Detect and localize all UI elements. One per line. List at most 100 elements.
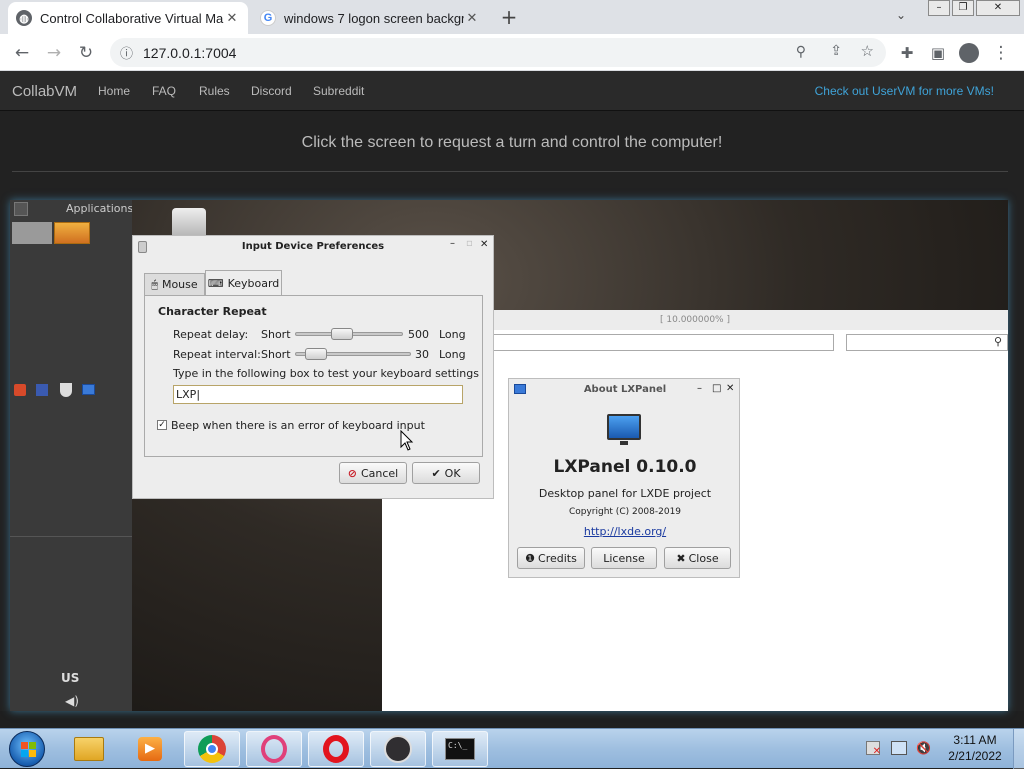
website-link[interactable]: http://lxde.org/ — [509, 525, 741, 538]
site-brand[interactable]: CollabVM — [12, 83, 77, 100]
volume-icon[interactable]: ◀) — [65, 694, 79, 708]
close-tab-icon[interactable]: ✕ — [464, 10, 480, 26]
keyboard-layout-indicator[interactable]: US — [61, 671, 79, 685]
about-lxpanel-dialog: About LXPanel – □ ✕ LXPanel 0.10.0 Deskt… — [508, 378, 740, 578]
monitor-icon — [607, 414, 641, 440]
zoom-icon[interactable]: ⚲ — [796, 43, 806, 60]
button-label: OK — [444, 466, 461, 480]
globe-icon: ◍ — [16, 10, 32, 26]
slider-handle[interactable] — [305, 348, 327, 360]
cancel-button[interactable]: ⊘ Cancel — [339, 462, 407, 484]
nav-rules[interactable]: Rules — [199, 84, 230, 98]
action-center-flag-icon[interactable]: ✕ — [866, 741, 881, 757]
monitor-launcher-icon[interactable] — [82, 384, 95, 395]
minimize-icon[interactable]: – — [450, 238, 455, 249]
license-button[interactable]: License — [591, 547, 657, 569]
repeat-interval-value: 30 — [415, 348, 429, 361]
maximize-icon[interactable]: □ — [712, 383, 721, 394]
vm-display[interactable]: Applications US ◀) [ 10.000000% ] ⚲ Inpu… — [10, 200, 1008, 711]
new-tab-button[interactable]: + — [498, 6, 520, 28]
taskbar-command-prompt[interactable]: C:\_ — [432, 731, 488, 767]
maximize-icon[interactable]: ▫ — [466, 238, 473, 249]
restore-button[interactable]: ❐ — [952, 0, 974, 16]
credits-button[interactable]: ❶ Credits — [517, 547, 585, 569]
site-info-icon[interactable]: ⓘ — [120, 43, 133, 62]
search-icon[interactable]: ⚲ — [994, 335, 1002, 348]
folder-icon — [74, 737, 104, 761]
menu-bug-icon[interactable] — [14, 202, 28, 216]
site-navbar: CollabVM Home FAQ Rules Discord Subreddi… — [0, 71, 1024, 111]
share-icon[interactable]: ⇪ — [830, 42, 842, 59]
tab-title: Control Collaborative Virtual Ma — [40, 10, 224, 26]
slider-min-label: Short — [261, 348, 291, 361]
opera-gx-icon — [261, 735, 287, 763]
nav-discord[interactable]: Discord — [251, 84, 292, 98]
menu-kebab-icon[interactable]: ⋮ — [988, 40, 1014, 66]
back-arrow-icon[interactable]: ← — [9, 40, 35, 66]
test-input-value: LXP — [176, 388, 197, 401]
tab-mouse[interactable]: 🖱 Mouse — [144, 273, 205, 295]
volume-muted-icon[interactable]: 🔇 — [916, 741, 931, 755]
forward-arrow-icon[interactable]: → — [41, 40, 67, 66]
dialog-title: About LXPanel — [583, 384, 667, 395]
close-icon[interactable]: ✕ — [480, 239, 488, 250]
windows-taskbar: ▶ C:\_ ✕ 🔇 3:11 AM 2/21/2022 — [0, 728, 1024, 769]
taskbar-chrome[interactable] — [184, 731, 240, 767]
nav-subreddit[interactable]: Subreddit — [313, 84, 364, 98]
repeat-interval-slider[interactable] — [295, 348, 411, 360]
keyboard-icon: ⌨ — [207, 277, 224, 290]
applications-menu[interactable]: Applications — [66, 202, 133, 215]
app-launcher-icon[interactable] — [14, 384, 26, 396]
repeat-delay-slider[interactable] — [295, 328, 403, 340]
minimize-icon[interactable]: – — [697, 383, 702, 394]
tab-collabvm[interactable]: ◍ Control Collaborative Virtual Ma ✕ — [8, 2, 248, 34]
side-panel-icon[interactable]: ▣ — [925, 40, 951, 66]
close-button[interactable]: ✖ Close — [664, 547, 731, 569]
close-window-button[interactable]: ✕ — [976, 0, 1020, 16]
button-label: License — [603, 551, 645, 565]
extensions-puzzle-icon[interactable]: ✚ — [894, 40, 920, 66]
bookmark-star-icon[interactable]: ☆ — [861, 42, 874, 60]
nav-faq[interactable]: FAQ — [152, 84, 176, 98]
beep-label: Beep when there is an error of keyboard … — [171, 419, 425, 432]
taskbar-opera-gx[interactable] — [246, 731, 302, 767]
tab-google-search[interactable]: G windows 7 logon screen backgro ✕ — [252, 2, 488, 34]
desktop-pager[interactable] — [12, 222, 52, 244]
test-prompt: Type in the following box to test your k… — [173, 367, 479, 380]
folder-launcher-icon[interactable] — [54, 222, 90, 244]
shield-launcher-icon[interactable] — [60, 383, 72, 397]
minimize-button[interactable]: – — [928, 0, 950, 16]
save-launcher-icon[interactable] — [36, 384, 48, 396]
slider-max-label: Long — [439, 348, 466, 361]
network-icon[interactable] — [891, 741, 907, 755]
beep-checkbox[interactable]: ✓ — [157, 420, 167, 430]
close-tab-icon[interactable]: ✕ — [224, 10, 240, 26]
search-field[interactable]: ⚲ — [846, 334, 1008, 351]
start-button[interactable] — [9, 731, 45, 767]
taskbar-file-explorer[interactable] — [61, 731, 117, 767]
clock-date: 2/21/2022 — [948, 749, 1002, 763]
slider-max-label: Long — [439, 328, 466, 341]
profile-avatar[interactable] — [956, 40, 982, 66]
mouse-app-icon — [138, 241, 147, 253]
nav-home[interactable]: Home — [98, 84, 130, 98]
tab-keyboard[interactable]: ⌨ Keyboard — [205, 270, 282, 296]
google-icon: G — [260, 10, 276, 26]
taskbar-clock[interactable]: 3:11 AM 2/21/2022 — [944, 733, 1006, 763]
opera-icon — [323, 735, 349, 763]
ok-button[interactable]: ✔ OK — [412, 462, 480, 484]
address-bar[interactable]: ⓘ 127.0.0.1:7004 ⚲ ⇪ ☆ — [110, 38, 886, 67]
taskbar-obs[interactable] — [370, 731, 426, 767]
reload-icon[interactable]: ↻ — [73, 40, 99, 66]
clock-time: 3:11 AM — [953, 733, 997, 747]
taskbar-media-player[interactable]: ▶ — [122, 731, 178, 767]
close-icon[interactable]: ✕ — [726, 383, 734, 394]
show-desktop-button[interactable] — [1013, 729, 1024, 769]
keyboard-test-input[interactable]: LXP| — [173, 385, 463, 404]
taskbar-opera[interactable] — [308, 731, 364, 767]
tab-search-chevron-icon[interactable]: ⌄ — [896, 8, 906, 22]
slider-handle[interactable] — [331, 328, 353, 340]
uservm-promo-link[interactable]: Check out UserVM for more VMs! — [815, 84, 994, 98]
windows-logo-icon — [21, 742, 28, 749]
copyright: Copyright (C) 2008-2019 — [568, 507, 682, 517]
